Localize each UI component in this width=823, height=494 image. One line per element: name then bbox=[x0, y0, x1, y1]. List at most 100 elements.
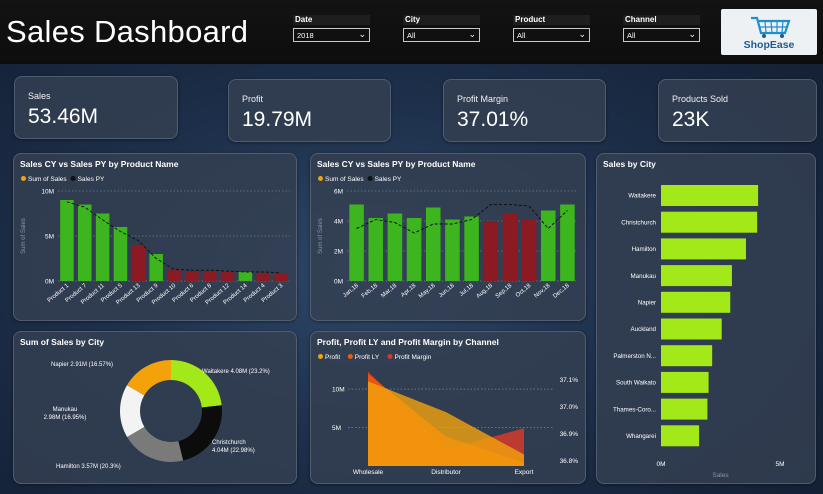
x-tick-label: Distributor bbox=[431, 469, 461, 476]
channel-dropdown-value: All bbox=[627, 31, 636, 40]
bar bbox=[483, 221, 499, 281]
x-tick-label: Wholesale bbox=[353, 469, 384, 476]
kpi-value: 53.46M bbox=[28, 105, 99, 128]
bar bbox=[202, 271, 217, 281]
chevron-down-icon: ⌄ bbox=[358, 29, 366, 39]
city-label: Whangarei bbox=[626, 433, 656, 440]
date-dropdown[interactable]: 2018 ⌄ bbox=[293, 28, 370, 42]
y-axis-title: Sum of Sales bbox=[318, 218, 324, 254]
bar bbox=[464, 216, 479, 281]
donut-data-label: Hamilton 3.57M (20.3%) bbox=[56, 464, 121, 470]
x-tick-label: Feb,18 bbox=[361, 283, 380, 300]
legend-marker bbox=[347, 354, 353, 359]
city-label: Palmerston N... bbox=[613, 353, 656, 360]
date-dropdown-value: 2018 bbox=[297, 31, 314, 40]
kpi-label: Profit Margin bbox=[457, 94, 509, 104]
bar bbox=[502, 213, 518, 281]
legend-marker bbox=[387, 354, 393, 359]
shopping-cart-icon bbox=[751, 16, 791, 38]
legend-marker bbox=[367, 176, 373, 181]
channel-slicer-label: Channel bbox=[623, 15, 700, 25]
kpi-label: Profit bbox=[242, 94, 264, 104]
city-dropdown-value: All bbox=[407, 31, 416, 40]
x-tick-label: Oct,18 bbox=[515, 283, 533, 299]
x-tick-label: Jul,18 bbox=[459, 283, 476, 298]
bar bbox=[220, 272, 235, 281]
date-slicer[interactable]: Date 2018 ⌄ bbox=[293, 15, 370, 42]
chart-card-donut: Sum of Sales by City Waitakere 4.08M (23… bbox=[13, 331, 297, 484]
page-title: Sales Dashboard bbox=[6, 14, 249, 49]
legend-label: Sum of Sales bbox=[28, 176, 67, 183]
chart-card-product: Sales CY vs Sales PY by Product Name Sum… bbox=[13, 153, 297, 321]
y-right-tick-label: 36.9% bbox=[560, 431, 579, 438]
x-tick-label: Jun,18 bbox=[438, 283, 456, 300]
chart-card-channel: Profit, Profit LY and Profit Margin by C… bbox=[310, 331, 586, 484]
y-axis-title: Sum of Sales bbox=[21, 218, 27, 254]
city-slicer-label: City bbox=[403, 15, 480, 25]
x-tick-label: Export bbox=[515, 469, 534, 476]
bar bbox=[185, 271, 199, 281]
city-slicer[interactable]: City All ⌄ bbox=[403, 15, 480, 42]
city-label: Waitakere bbox=[628, 193, 656, 200]
city-sales-chart: Waitakere Christchurch Hamilton Manukau Napi… bbox=[613, 185, 785, 479]
donut-data-label: Waitakere 4.08M (23.2%) bbox=[202, 369, 270, 375]
city-bar bbox=[661, 371, 709, 393]
kpi-value: 19.79M bbox=[242, 108, 313, 131]
kpi-value: 37.01% bbox=[457, 108, 529, 131]
shopease-logo: ShopEase bbox=[721, 9, 817, 55]
bar bbox=[560, 204, 575, 281]
x-tick-label: Nov,18 bbox=[533, 283, 552, 300]
city-dropdown[interactable]: All ⌄ bbox=[403, 28, 480, 42]
donut-data-label: 4.04M (22.98%) bbox=[212, 448, 255, 454]
y-right-tick-label: 36.8% bbox=[560, 458, 579, 465]
bar bbox=[387, 213, 403, 281]
chevron-down-icon: ⌄ bbox=[578, 29, 586, 39]
city-label: Manukau bbox=[631, 273, 657, 280]
bar bbox=[113, 227, 128, 281]
chevron-down-icon: ⌄ bbox=[688, 29, 696, 39]
channel-slicer[interactable]: Channel All ⌄ bbox=[623, 15, 700, 42]
x-tick-label: Aug,18 bbox=[476, 283, 495, 300]
monthly-sales-chart: Sum of Sales Sales PY 0M 2M 4M 6M Sum of Sales… bbox=[318, 176, 577, 300]
product-sales-chart: Sum of Sales Sales PY0M5M10MSum of SalesP… bbox=[21, 176, 290, 306]
kpi-card-products-sold: Products Sold 23K bbox=[658, 79, 817, 142]
x-tick-label: Sep,18 bbox=[495, 283, 514, 300]
kpi-label: Products Sold bbox=[672, 94, 729, 104]
y-right-tick-label: 37.0% bbox=[560, 404, 579, 411]
y-tick-label: 2M bbox=[334, 249, 343, 256]
legend-marker bbox=[318, 176, 323, 181]
y-tick-label: 5M bbox=[332, 425, 341, 432]
channel-dropdown[interactable]: All ⌄ bbox=[623, 28, 700, 42]
product-dropdown-value: All bbox=[517, 31, 526, 40]
city-label: Napier bbox=[638, 300, 656, 307]
city-bar bbox=[661, 185, 759, 206]
bar bbox=[521, 219, 537, 281]
product-slicer[interactable]: Product All ⌄ bbox=[513, 15, 590, 42]
channel-profit-chart: Profit Profit LY Profit Margin 5M 10M 36.8% 36… bbox=[318, 354, 579, 476]
city-bar bbox=[661, 238, 746, 260]
y-right-tick-label: 37.1% bbox=[560, 377, 579, 384]
city-label: Auckland bbox=[631, 326, 657, 333]
y-tick-label: 6M bbox=[334, 189, 343, 196]
y-tick-label: 10M bbox=[332, 387, 345, 394]
bar bbox=[445, 219, 460, 281]
legend-marker bbox=[318, 354, 323, 359]
y-tick-label: 5M bbox=[45, 234, 54, 241]
x-tick-label: Jan,18 bbox=[342, 283, 360, 300]
legend-label: Sales PY bbox=[78, 176, 105, 183]
legend-marker bbox=[21, 176, 26, 181]
city-label: Thames-Coro... bbox=[613, 406, 656, 413]
legend-marker bbox=[70, 176, 76, 181]
city-bar bbox=[661, 425, 700, 447]
y-tick-label: 0M bbox=[45, 279, 54, 286]
bar bbox=[167, 270, 181, 281]
bar bbox=[77, 204, 92, 281]
city-bar bbox=[661, 345, 713, 367]
header-bar: Sales Dashboard Date 2018 ⌄ City All ⌄ P… bbox=[0, 0, 823, 64]
legend-label: Sales PY bbox=[375, 176, 402, 183]
bar bbox=[349, 204, 364, 281]
area-profit bbox=[368, 381, 524, 466]
product-dropdown[interactable]: All ⌄ bbox=[513, 28, 590, 42]
donut-data-label: Manukau bbox=[53, 407, 78, 413]
donut-data-label: Napier 2.91M (16.57%) bbox=[51, 362, 113, 368]
